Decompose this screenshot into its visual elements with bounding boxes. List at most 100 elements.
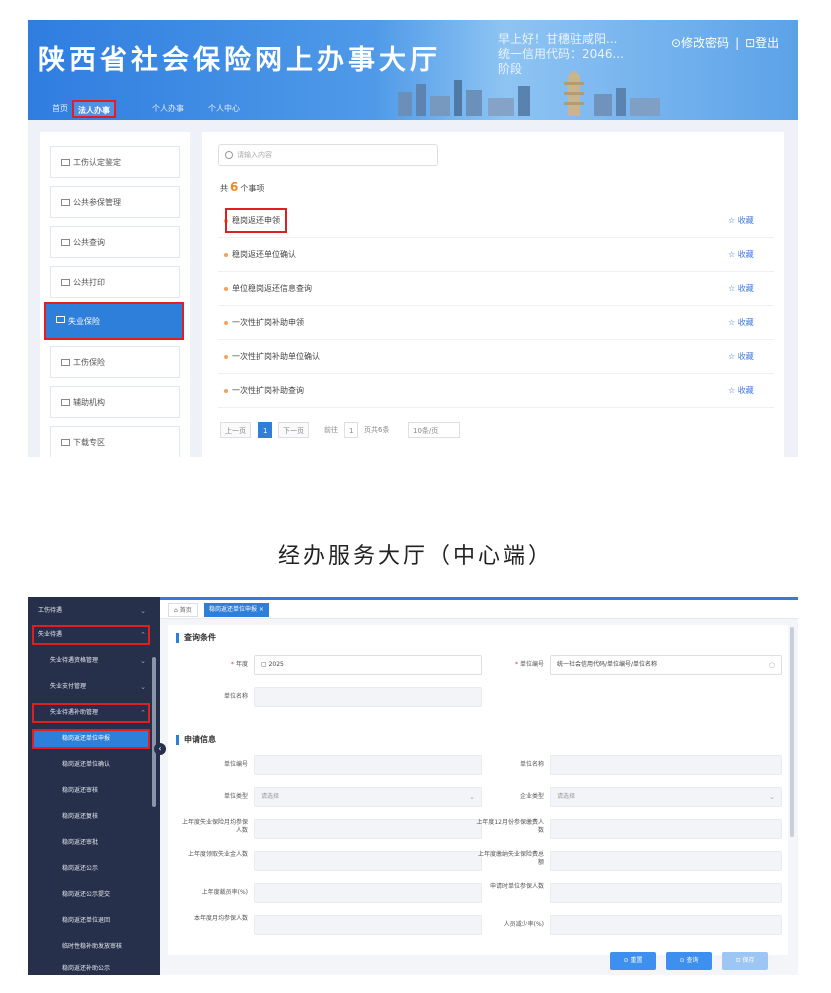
bullet-icon: [224, 321, 228, 325]
goto-page-input[interactable]: 1: [344, 422, 359, 438]
portal-header: 陕西省社会保险网上办事大厅 早上好！甘穗驻咸阳... 统一信用代码：2046..…: [28, 20, 798, 120]
tab-home[interactable]: 首页: [48, 100, 72, 118]
content-scrollbar[interactable]: [790, 627, 794, 837]
enterprise-type-select[interactable]: 请选择 ⌄: [550, 787, 782, 807]
chevron-down-icon: ⌄: [140, 683, 146, 691]
search-icon: ○: [768, 661, 775, 669]
apply-unit-name-label: 单位名称: [519, 761, 544, 768]
tab-personal[interactable]: 个人办事: [148, 100, 188, 118]
menu-item-label: 工伤保险: [73, 357, 105, 367]
year-input[interactable]: ▢ 2025: [254, 655, 482, 675]
unit-no-placeholder: 统一社会信用代码/单位编号/单位名称: [557, 661, 658, 668]
unit-no-search-input[interactable]: 统一社会信用代码/单位编号/单位名称 ○: [550, 655, 782, 675]
field-label: 上年度12月份参保缴费人数: [476, 819, 544, 834]
collapse-sidebar-icon[interactable]: ‹: [154, 743, 166, 755]
sidebar-item[interactable]: 稳岗返还补助公示: [32, 959, 150, 975]
list-item[interactable]: 稳岗返还单位确认 ☆ 收藏: [218, 238, 774, 272]
unit-type-select[interactable]: 请选择 ⌄: [254, 787, 482, 807]
list-item[interactable]: 一次性扩岗补助申领 ☆ 收藏: [218, 306, 774, 340]
reset-button[interactable]: ⊙ 重置: [610, 952, 656, 970]
folder-icon: [56, 316, 65, 323]
menu-item[interactable]: 公共打印: [50, 266, 180, 298]
separator: |: [735, 36, 740, 50]
next-page-button[interactable]: 下一页: [278, 422, 309, 438]
credit-code-line: 统一信用代码：2046...: [498, 47, 624, 61]
menu-item[interactable]: 下载专区: [50, 426, 180, 457]
favorite-button[interactable]: ☆ 收藏: [728, 317, 754, 328]
sidebar-item-label: 失业支付管理: [50, 683, 87, 690]
tab-current[interactable]: 稳岗返还单位申报 ×: [204, 603, 269, 617]
favorite-button[interactable]: ☆ 收藏: [728, 385, 754, 396]
chevron-down-icon: ⌄: [140, 657, 146, 665]
favorite-button[interactable]: ☆ 收藏: [728, 215, 754, 226]
required-mark: *: [230, 661, 234, 668]
query-section-title: 查询条件: [176, 633, 216, 643]
tab-bar: ⌂ 首页 稳岗返还单位申报 ×: [160, 597, 798, 619]
tab-personal-center[interactable]: 个人中心: [204, 100, 244, 118]
folder-icon: [61, 159, 70, 166]
list-item[interactable]: 稳岗返还申领 ☆ 收藏: [218, 204, 774, 238]
query-button[interactable]: ⊙ 查询: [666, 952, 712, 970]
chevron-down-icon: ⌄: [140, 607, 146, 615]
prev-page-button[interactable]: 上一页: [220, 422, 251, 438]
sidebar-item[interactable]: 稳岗返还单位确认: [32, 755, 150, 775]
list-item[interactable]: 一次性扩岗补助查询 ☆ 收藏: [218, 374, 774, 408]
sidebar-item[interactable]: 稳岗返还单位退回: [32, 911, 150, 931]
field-label: 上年度缴纳失业保险费总额: [477, 851, 544, 866]
chevron-down-icon: ⌄: [769, 793, 775, 801]
tab-home[interactable]: ⌂ 首页: [168, 603, 198, 617]
sidebar-item[interactable]: 稳岗返还审核: [32, 781, 150, 801]
item-count: 共 6 个事项: [220, 180, 264, 194]
sidebar-item[interactable]: 工伤待遇 ⌄: [32, 601, 150, 621]
sidebar-item-active[interactable]: 稳岗返还单位申报: [32, 729, 150, 749]
field-label: 本年度月均参保人数: [193, 915, 248, 922]
menu-item-unemployment[interactable]: 失业保险: [44, 302, 184, 340]
greeting-extra-line: 阶段: [498, 62, 523, 76]
favorite-button[interactable]: ☆ 收藏: [728, 283, 754, 294]
left-menu: 工伤认定鉴定 公共参保管理 公共查询 公共打印 失业保险 工伤保险 辅助机构 下…: [40, 132, 190, 457]
list-item[interactable]: 一次性扩岗补助单位确认 ☆ 收藏: [218, 340, 774, 374]
user-greeting: 早上好！甘穗驻咸阳... 统一信用代码：2046... 阶段: [498, 32, 648, 77]
sidebar-item-unemployment[interactable]: 失业待遇 ⌃: [32, 625, 150, 645]
item-title: 稳岗返还单位确认: [232, 250, 296, 259]
menu-item[interactable]: 公共查询: [50, 226, 180, 258]
sidebar-item-label: 稳岗返还单位申报: [62, 735, 111, 742]
sidebar-item-label: 稳岗返还单位确认: [62, 761, 111, 768]
sidebar-scrollbar[interactable]: [152, 657, 156, 807]
favorite-button[interactable]: ☆ 收藏: [728, 249, 754, 260]
change-password-link[interactable]: ⊙修改密码: [671, 36, 729, 50]
sidebar-item-label: 稳岗返还公示提交: [62, 891, 111, 898]
sidebar-item[interactable]: 稳岗返还公示提交: [32, 885, 150, 905]
unit-name-label: 单位名称: [223, 693, 248, 700]
sidebar-item[interactable]: 稳岗返还审批: [32, 833, 150, 853]
form-content: 查询条件 * 年度 ▢ 2025 * 单位编号 统一社会信用代码/单位编号/单位名称…: [168, 625, 788, 955]
tab-legal-person[interactable]: 法人办事: [72, 100, 116, 118]
menu-item[interactable]: 辅助机构: [50, 386, 180, 418]
search-placeholder: 请输入内容: [237, 151, 272, 159]
apply-section-title: 申请信息: [176, 735, 216, 745]
logout-link[interactable]: ⊡登出: [745, 36, 779, 50]
sidebar: 工伤待遇 ⌄ 失业待遇 ⌃ 失业待遇资格管理 ⌄ 失业支付管理 ⌄ 失业待遇补助管理 ⌃ …: [28, 597, 160, 975]
menu-item[interactable]: 工伤认定鉴定: [50, 146, 180, 178]
folder-icon: [61, 239, 70, 246]
sidebar-item[interactable]: 失业待遇资格管理 ⌄: [32, 651, 150, 671]
search-input[interactable]: 请输入内容: [218, 144, 438, 166]
sidebar-item[interactable]: 稳岗返还公示: [32, 859, 150, 879]
page-size-select[interactable]: 10条/页: [408, 422, 460, 438]
enterprise-type-label: 企业类型: [519, 793, 544, 800]
bullet-icon: [224, 355, 228, 359]
readonly-field: [550, 883, 782, 903]
sidebar-item[interactable]: 失业支付管理 ⌄: [32, 677, 150, 697]
sidebar-item-label: 失业待遇: [38, 631, 63, 638]
folder-icon: [61, 439, 70, 446]
page-1-button[interactable]: 1: [258, 422, 273, 438]
sidebar-item[interactable]: 临时性稳补助发放审核: [32, 937, 150, 957]
menu-item[interactable]: 工伤保险: [50, 346, 180, 378]
sidebar-item-subsidy[interactable]: 失业待遇补助管理 ⌃: [32, 703, 150, 723]
menu-item[interactable]: 公共参保管理: [50, 186, 180, 218]
save-button[interactable]: ⊡ 保存: [722, 952, 768, 970]
sidebar-item[interactable]: 稳岗返还复核: [32, 807, 150, 827]
favorite-button[interactable]: ☆ 收藏: [728, 351, 754, 362]
list-item[interactable]: 单位稳岗返还信息查询 ☆ 收藏: [218, 272, 774, 306]
item-title: 一次性扩岗补助单位确认: [232, 352, 320, 361]
